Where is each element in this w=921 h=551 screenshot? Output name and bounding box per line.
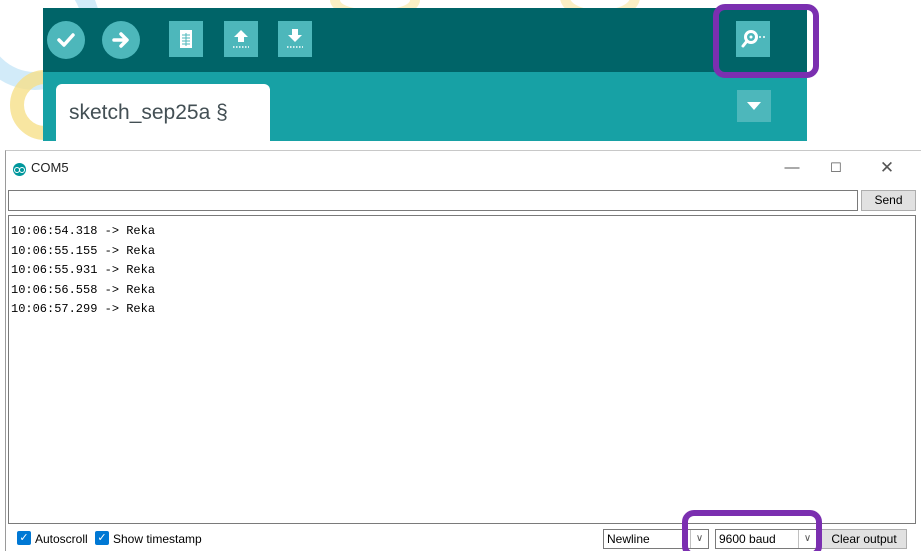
arduino-ide: sketch_sep25a § <box>43 8 807 141</box>
output-line: 10:06:55.155 -> Reka <box>11 243 156 258</box>
clear-output-button[interactable]: Clear output <box>821 529 907 549</box>
serial-monitor-button[interactable] <box>736 21 770 57</box>
serial-input[interactable] <box>8 190 858 211</box>
upload-arrow-icon <box>233 30 249 48</box>
chevron-down-icon: ∨ <box>798 530 816 548</box>
title-bar: COM5 — ☐ ✕ <box>6 151 921 185</box>
new-sketch-button[interactable] <box>169 21 203 57</box>
arrow-right-icon <box>112 32 129 48</box>
line-ending-select[interactable]: Newline ∨ <box>603 529 709 549</box>
send-button[interactable]: Send <box>861 190 916 211</box>
window-title: COM5 <box>31 160 69 175</box>
send-row: Send <box>6 190 921 213</box>
show-timestamp-checkbox[interactable]: ✓ <box>95 531 109 545</box>
verify-button[interactable] <box>47 21 85 59</box>
save-sketch-button[interactable] <box>278 21 312 57</box>
output-line: 10:06:56.558 -> Reka <box>11 282 156 297</box>
file-icon <box>180 30 192 48</box>
tab-menu-button[interactable] <box>737 90 771 122</box>
open-sketch-button[interactable] <box>224 21 258 57</box>
serial-output[interactable]: 10:06:54.318 -> Reka 10:06:55.155 -> Rek… <box>8 215 916 524</box>
check-icon <box>57 33 75 47</box>
serial-monitor-window: COM5 — ☐ ✕ Send 10:06:54.318 -> Reka 10:… <box>5 150 921 551</box>
download-arrow-icon <box>287 29 303 48</box>
ide-toolbar <box>43 8 807 72</box>
line-ending-value: Newline <box>607 532 650 546</box>
chevron-down-icon: ∨ <box>690 530 708 548</box>
baud-rate-select[interactable]: 9600 baud ∨ <box>715 529 817 549</box>
output-line: 10:06:55.931 -> Reka <box>11 263 156 277</box>
baud-rate-value: 9600 baud <box>719 532 776 546</box>
show-timestamp-label[interactable]: Show timestamp <box>113 532 202 546</box>
output-line: 10:06:54.318 -> Reka <box>11 224 156 238</box>
magnifier-icon <box>741 30 765 48</box>
close-button[interactable]: ✕ <box>873 157 901 179</box>
triangle-down-icon <box>747 102 761 110</box>
minimize-button[interactable]: — <box>778 157 806 179</box>
autoscroll-checkbox[interactable]: ✓ <box>17 531 31 545</box>
autoscroll-label[interactable]: Autoscroll <box>35 532 88 546</box>
status-bar: ✓ Autoscroll ✓ Show timestamp Newline ∨ … <box>6 528 921 550</box>
arduino-logo-icon <box>13 163 26 176</box>
maximize-button[interactable]: ☐ <box>822 157 850 179</box>
output-line: 10:06:57.299 -> Reka <box>11 302 156 316</box>
tab-sketch[interactable]: sketch_sep25a § <box>56 84 270 141</box>
upload-button[interactable] <box>102 21 140 59</box>
